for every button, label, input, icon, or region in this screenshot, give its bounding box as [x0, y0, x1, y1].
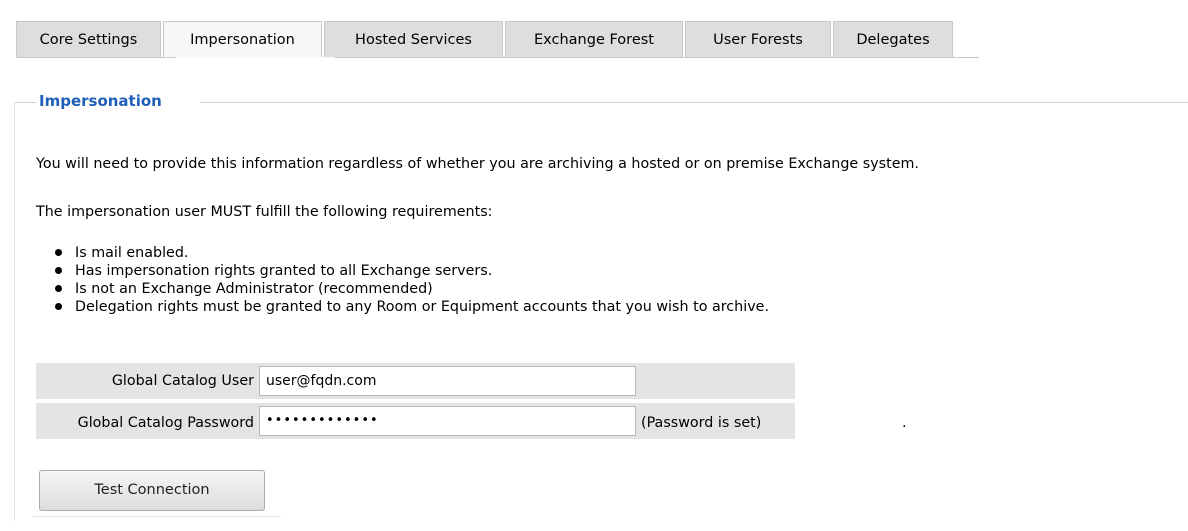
tab-user-forests[interactable]: User Forests [685, 21, 831, 57]
list-item: Has impersonation rights granted to all … [55, 262, 769, 280]
global-catalog-user-label: Global Catalog User [111, 373, 254, 389]
bottom-divider [33, 516, 281, 517]
requirements-heading: The impersonation user MUST fulfill the … [36, 204, 493, 220]
tab-exchange-forest[interactable]: Exchange Forest [505, 21, 683, 57]
global-catalog-user-input[interactable] [259, 366, 636, 396]
global-catalog-password-label: Global Catalog Password [77, 415, 254, 431]
tab-bar: Core Settings Impersonation Hosted Servi… [16, 21, 955, 58]
tab-delegates[interactable]: Delegates [833, 21, 953, 57]
bullet-icon [55, 285, 62, 292]
list-item: Is not an Exchange Administrator (recomm… [55, 280, 769, 298]
tab-impersonation[interactable]: Impersonation [163, 21, 322, 58]
test-connection-button[interactable]: Test Connection [39, 470, 265, 511]
list-item: Delegation rights must be granted to any… [55, 298, 769, 316]
list-item: Is mail enabled. [55, 244, 769, 262]
bullet-icon [55, 267, 62, 274]
fieldset-border-right-segment [200, 102, 1188, 103]
password-status: (Password is set) [641, 415, 762, 431]
global-catalog-password-input[interactable]: ••••••••••••• [259, 406, 636, 436]
active-tab-joint [176, 57, 335, 58]
bullet-icon [55, 303, 62, 310]
requirements-list: Is mail enabled. Has impersonation right… [55, 244, 769, 316]
section-legend: Impersonation [36, 91, 165, 111]
intro-text: You will need to provide this informatio… [36, 156, 919, 172]
fieldset-border-side [14, 102, 15, 521]
fieldset-border-left-segment [14, 102, 36, 103]
trailing-mark: . [902, 415, 907, 431]
tab-hosted-services[interactable]: Hosted Services [324, 21, 503, 57]
tab-strip-divider [16, 57, 979, 58]
tab-core-settings[interactable]: Core Settings [16, 21, 161, 57]
bullet-icon [55, 249, 62, 256]
